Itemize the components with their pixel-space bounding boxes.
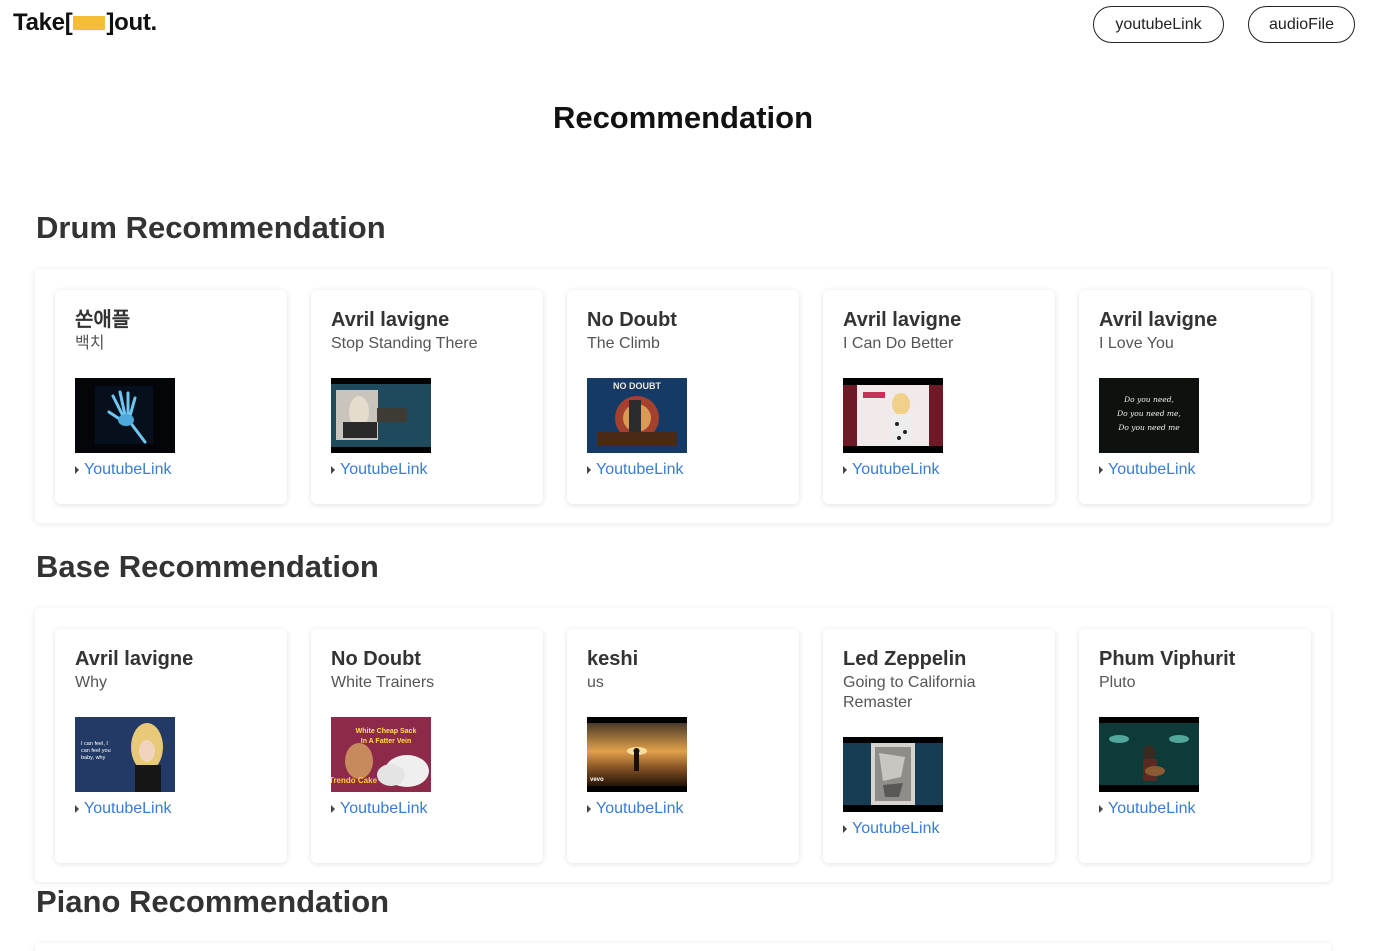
logo-blank-box (73, 16, 106, 30)
youtube-link[interactable]: YoutubeLink (340, 461, 428, 479)
caret-right-icon (587, 466, 591, 474)
lyric-line-2: can feel you (81, 748, 111, 754)
recommendation-card: Avril lavigne I Can Do Better YoutubeLin… (823, 290, 1055, 504)
card-artist: keshi (587, 648, 639, 670)
recommendation-card: Phum Viphurit Pluto YoutubeLink (1079, 629, 1311, 863)
card-song: The Climb (587, 335, 660, 352)
video-thumbnail[interactable] (1099, 717, 1199, 792)
card-artist: Avril lavigne (1099, 309, 1218, 331)
caret-right-icon (843, 825, 847, 833)
lyric-line-1: Do you need, (1123, 395, 1174, 404)
piano-recommendation-panel (35, 943, 1331, 951)
card-artist: Led Zeppelin (843, 648, 967, 670)
card-artist: Phum Viphurit (1099, 648, 1236, 670)
caret-right-icon (1099, 805, 1103, 813)
drum-recommendation-panel: 쏜애플 백치 YoutubeLink Avril lavigne Stop St… (35, 269, 1331, 523)
youtube-link[interactable]: YoutubeLink (852, 461, 940, 479)
logo[interactable]: Take[ ]out. (13, 9, 157, 37)
card-artist: Avril lavigne (75, 648, 194, 670)
card-artist: Avril lavigne (331, 309, 450, 331)
base-recommendation-panel: Avril lavigne Why I can feel, I can feel… (35, 608, 1331, 882)
youtube-link[interactable]: YoutubeLink (596, 461, 684, 479)
card-artist: No Doubt (587, 309, 677, 331)
lyric-line-3: Do you need me (1117, 423, 1180, 432)
youtube-link[interactable]: YoutubeLink (1108, 461, 1196, 479)
caret-right-icon (1099, 466, 1103, 474)
video-thumbnail[interactable] (843, 378, 943, 453)
youtube-link-row: YoutubeLink (75, 461, 267, 479)
card-song: Going to California Remaster (843, 674, 976, 711)
youtube-link-row: YoutubeLink (1099, 800, 1291, 818)
recommendation-card: No Doubt White Trainers White Cheap Sack… (311, 629, 543, 863)
video-thumbnail[interactable]: vevo (587, 717, 687, 792)
caret-right-icon (843, 466, 847, 474)
youtube-link-row: YoutubeLink (75, 800, 267, 818)
recommendation-card: Avril lavigne I Love You Do you need, Do… (1079, 290, 1311, 504)
thumb-text-line-1: White Cheap Sack (356, 728, 417, 735)
youtube-link-row: YoutubeLink (843, 461, 1035, 479)
video-thumbnail[interactable] (331, 378, 431, 453)
recommendation-card: Avril lavigne Why I can feel, I can feel… (55, 629, 287, 863)
page-title: Recommendation (552, 100, 814, 135)
card-song: Why (75, 674, 107, 691)
youtube-link-row: YoutubeLink (331, 800, 523, 818)
youtube-link[interactable]: YoutubeLink (84, 800, 172, 818)
recommendation-card: 쏜애플 백치 YoutubeLink (55, 290, 287, 504)
recommendation-card: Led Zeppelin Going to California Remaste… (823, 629, 1055, 863)
lyric-line-1: I can feel, I (81, 741, 108, 747)
youtube-link[interactable]: YoutubeLink (84, 461, 172, 479)
section-title-base: Base Recommendation (36, 549, 379, 584)
caret-right-icon (75, 805, 79, 813)
youtube-link[interactable]: YoutubeLink (340, 800, 428, 818)
card-song: 백치 (75, 335, 105, 352)
youtube-link[interactable]: YoutubeLink (852, 820, 940, 838)
recommendation-card: Avril lavigne Stop Standing There Youtub… (311, 290, 543, 504)
logo-text-right: ]out. (106, 9, 157, 36)
video-thumbnail[interactable] (843, 737, 943, 812)
youtube-link-row: YoutubeLink (587, 800, 779, 818)
audio-file-nav-button[interactable]: audioFile (1248, 6, 1355, 43)
page: Take[ ]out. youtubeLink audioFile Recomm… (0, 0, 1377, 951)
video-thumbnail[interactable]: I can feel, I can feel you baby, why (75, 717, 175, 792)
recommendation-card: No Doubt The Climb NO DOUBT YoutubeLink (567, 290, 799, 504)
lyric-line-2: Do you need me, (1116, 409, 1181, 418)
card-artist: Avril lavigne (843, 309, 962, 331)
youtube-link-nav-button[interactable]: youtubeLink (1093, 6, 1224, 43)
logo-text-left: Take[ (13, 9, 73, 36)
section-title-drum: Drum Recommendation (36, 210, 386, 245)
card-song: us (587, 674, 604, 691)
caret-right-icon (75, 466, 79, 474)
section-title-piano: Piano Recommendation (36, 884, 390, 919)
card-song: I Love You (1099, 335, 1174, 352)
youtube-link-row: YoutubeLink (331, 461, 523, 479)
card-song: Stop Standing There (331, 335, 478, 352)
youtube-link-row: YoutubeLink (843, 820, 1035, 838)
caret-right-icon (331, 466, 335, 474)
caret-right-icon (587, 805, 591, 813)
thumb-text-line-3: Trendo Cake (331, 776, 378, 785)
thumb-text-line-2: In A Fatter Vein (361, 738, 411, 745)
youtube-link-row: YoutubeLink (587, 461, 779, 479)
video-thumbnail[interactable] (75, 378, 175, 453)
lyric-line-3: baby, why (81, 755, 106, 761)
video-thumbnail[interactable]: White Cheap Sack In A Fatter Vein Trendo… (331, 717, 431, 792)
video-thumbnail[interactable]: NO DOUBT (587, 378, 687, 453)
card-song: I Can Do Better (843, 335, 954, 352)
vevo-text: vevo (590, 777, 604, 783)
caret-right-icon (331, 805, 335, 813)
card-artist: 쏜애플 (75, 309, 131, 331)
youtube-link[interactable]: YoutubeLink (1108, 800, 1196, 818)
youtube-link[interactable]: YoutubeLink (596, 800, 684, 818)
video-thumbnail[interactable]: Do you need, Do you need me, Do you need… (1099, 378, 1199, 453)
card-song: White Trainers (331, 674, 435, 691)
recommendation-card: keshi us vevo YoutubeLink (567, 629, 799, 863)
youtube-link-row: YoutubeLink (1099, 461, 1291, 479)
nodoubt-cover-text: NO DOUBT (613, 381, 661, 391)
card-artist: No Doubt (331, 648, 421, 670)
card-song: Pluto (1099, 674, 1136, 691)
